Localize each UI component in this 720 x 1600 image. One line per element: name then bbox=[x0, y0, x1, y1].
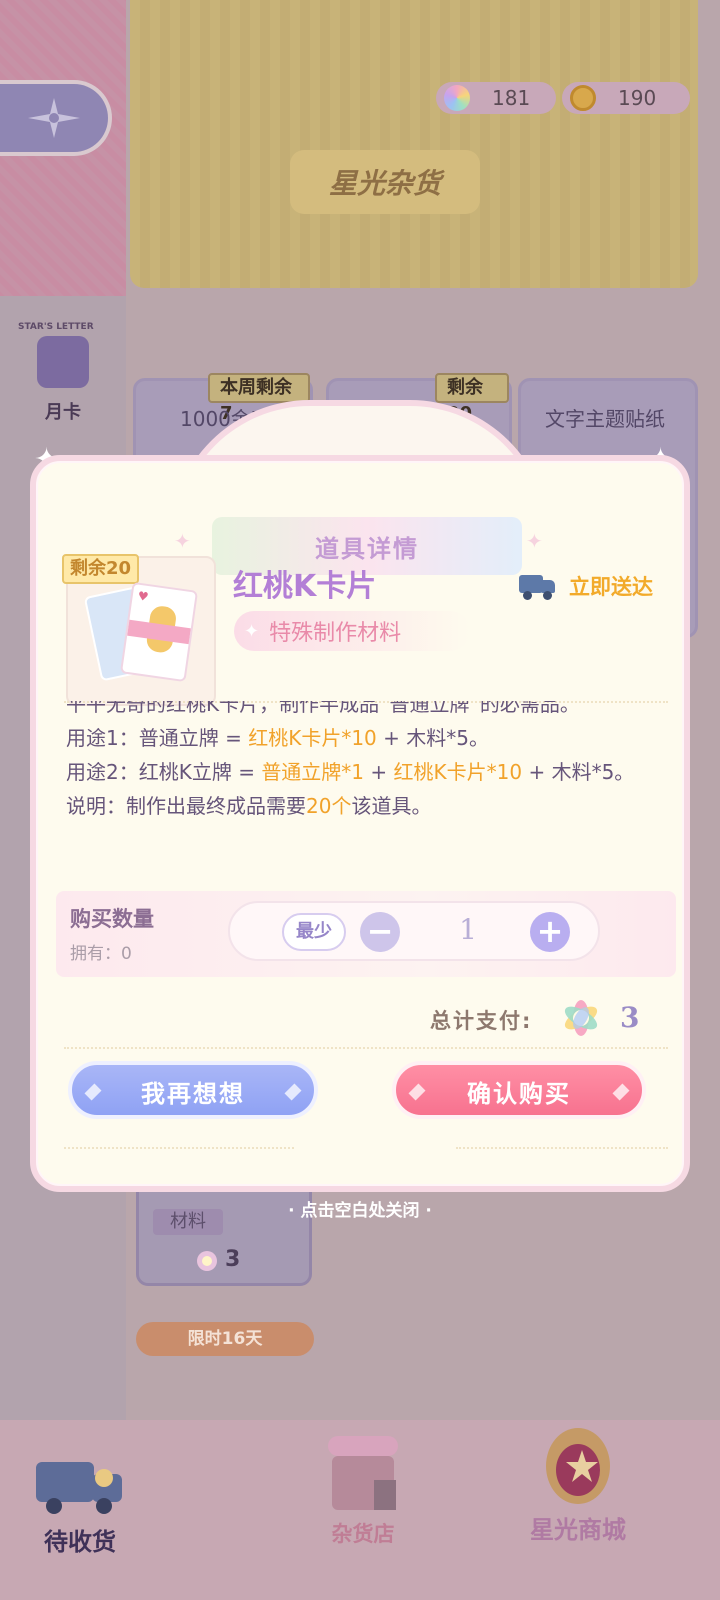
divider bbox=[64, 1047, 668, 1049]
rainbow-gem-icon bbox=[444, 85, 470, 111]
side-tag: STAR'S LETTER bbox=[18, 322, 94, 332]
confirm-label: 确认购买 bbox=[467, 1080, 571, 1108]
shop-banner bbox=[130, 0, 698, 288]
total-value: 3 bbox=[620, 1001, 640, 1034]
quantity-value[interactable]: 1 bbox=[440, 913, 496, 946]
nav-label: 星光商城 bbox=[530, 1516, 626, 1544]
item-description: 平平无奇的红桃K卡片，制作半成品“普通立牌”的必需品。 用途1：普通立牌 = 红… bbox=[66, 701, 666, 865]
shop-stall-icon bbox=[328, 1436, 398, 1510]
coin-count: 190 bbox=[618, 86, 657, 110]
dialog-panel: 道具详情 ✦ ✦ 剩余20 ♥ 红桃K卡片 ✦ 特殊制作材料 立即送达 平平无奇… bbox=[30, 455, 690, 1192]
nav-item-star-mall[interactable]: 星光商城 bbox=[530, 1420, 626, 1545]
quantity-stepper: 最少 − 1 + bbox=[228, 901, 600, 961]
sparkle-icon: ✦ bbox=[244, 620, 260, 642]
item-thumbnail: 剩余20 ♥ bbox=[62, 554, 216, 706]
min-quantity-button[interactable]: 最少 bbox=[282, 913, 346, 951]
king-of-hearts-card-image: ♥ bbox=[119, 581, 199, 683]
delivery-truck-icon bbox=[519, 573, 557, 600]
nav-label: 待收货 bbox=[44, 1528, 116, 1556]
desc-use2: 用途2：红桃K立牌 = 普通立牌*1 + 红桃K卡片*10 + 木料*5。 bbox=[66, 760, 635, 784]
close-hint[interactable]: · 点击空白处关闭 · bbox=[0, 1196, 720, 1221]
bottom-nav: 待收货 杂货店 星光商城 bbox=[0, 1420, 720, 1600]
banner-title: 星光杂货 bbox=[290, 150, 480, 214]
delivery-label: 立即送达 bbox=[569, 575, 653, 599]
currency-gems[interactable]: 181 bbox=[436, 82, 556, 114]
stock-badge: 剩余20 bbox=[435, 373, 509, 424]
desc-line: 平平无奇的红桃K卡片，制作半成品“普通立牌”的必需品。 bbox=[66, 701, 580, 716]
delivery-info: 立即送达 bbox=[519, 571, 653, 601]
sparkle-icon: ✦ bbox=[174, 529, 191, 553]
currency-coins[interactable]: 190 bbox=[562, 82, 690, 114]
owned-count: 拥有：0 bbox=[70, 944, 132, 964]
item-type-label: 特殊制作材料 bbox=[269, 621, 402, 646]
rainbow-gem-icon bbox=[197, 1251, 217, 1271]
cancel-button[interactable]: 我再想想 bbox=[68, 1061, 318, 1119]
divider bbox=[456, 1147, 668, 1149]
letter-box-icon bbox=[37, 336, 89, 388]
item-detail-dialog: 道具详情 ✦ ✦ 剩余20 ♥ 红桃K卡片 ✦ 特殊制作材料 立即送达 平平无奇… bbox=[30, 400, 690, 1192]
card-price: 3 bbox=[225, 1247, 241, 1272]
decrease-button[interactable]: − bbox=[360, 912, 400, 952]
confirm-purchase-button[interactable]: 确认购买 bbox=[392, 1061, 646, 1119]
desc-note: 说明：制作出最终成品需要20个该道具。 bbox=[66, 794, 432, 818]
quantity-label: 购买数量 bbox=[70, 907, 154, 931]
delivery-truck-icon bbox=[36, 1462, 122, 1514]
back-button[interactable] bbox=[0, 80, 112, 156]
desc-use1: 用途1：普通立牌 = 红桃K卡片*10 + 木料*5。 bbox=[66, 726, 489, 750]
stock-badge: 本周剩余7 bbox=[208, 373, 310, 424]
gold-coin-icon bbox=[570, 85, 596, 111]
item-type-tag: ✦ 特殊制作材料 bbox=[234, 611, 470, 651]
divider bbox=[64, 1147, 294, 1149]
star-egg-icon bbox=[546, 1428, 610, 1504]
nav-item-grocery[interactable]: 杂货店 bbox=[318, 1430, 408, 1548]
item-name: 红桃K卡片 bbox=[233, 569, 377, 604]
limited-timer: 限时16天 bbox=[136, 1322, 314, 1356]
dialog-title: 道具详情 bbox=[315, 534, 419, 563]
cancel-label: 我再想想 bbox=[141, 1080, 245, 1108]
stock-badge: 剩余20 bbox=[62, 554, 140, 584]
sparkle-icon: ✦ bbox=[526, 529, 543, 553]
gem-count: 181 bbox=[492, 86, 531, 110]
nav-item-pending[interactable]: 待收货 bbox=[34, 1456, 126, 1557]
total-label: 总计支付: bbox=[430, 1009, 533, 1033]
rainbow-gem-icon bbox=[564, 1000, 598, 1036]
heart-suit-icon: ♥ bbox=[136, 588, 150, 605]
increase-button[interactable]: + bbox=[530, 912, 570, 952]
compass-star-icon bbox=[28, 98, 80, 138]
nav-label: 杂货店 bbox=[331, 1522, 395, 1546]
